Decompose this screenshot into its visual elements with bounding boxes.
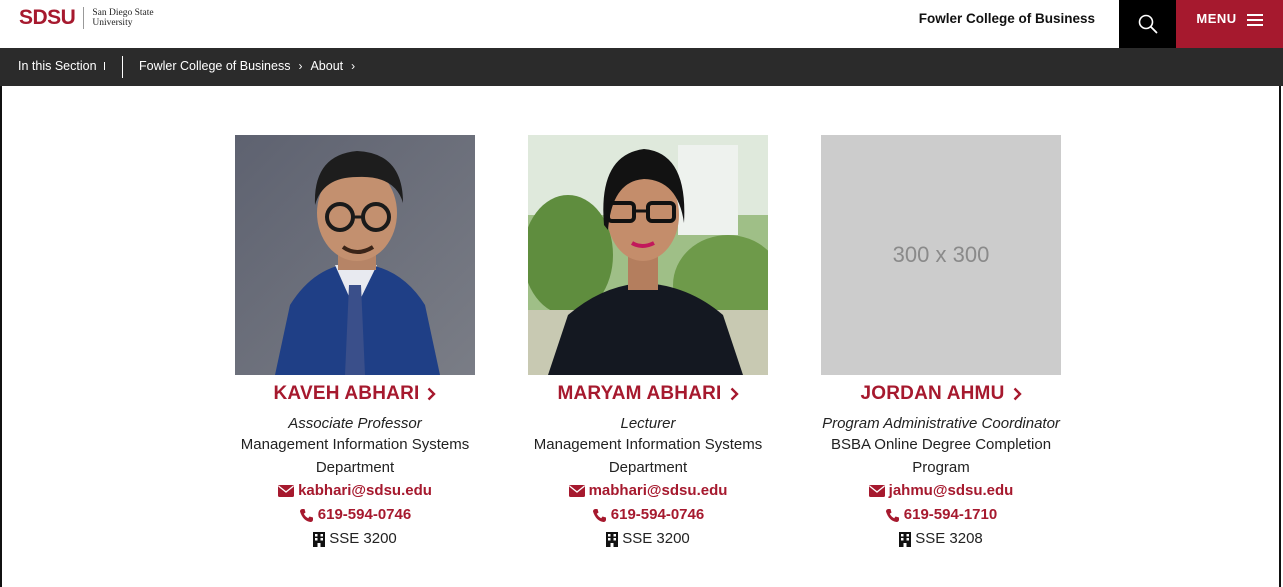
person-name: MARYAM ABHARI <box>557 383 722 404</box>
office-location: SSE 3200 <box>235 527 475 551</box>
phone-text: 619-594-0746 <box>610 506 705 523</box>
phone-link[interactable]: 619-594-0746 <box>235 503 475 527</box>
person-card: MARYAM ABHARI Lecturer Management Inform… <box>528 135 768 551</box>
logo-wordmark: SDSU <box>19 6 76 29</box>
office-text: SSE 3200 <box>329 530 397 547</box>
person-name-link[interactable]: JORDAN AHMU <box>821 383 1061 405</box>
office-text: SSE 3208 <box>915 530 983 547</box>
office-text: SSE 3200 <box>622 530 690 547</box>
phone-text: 619-594-0746 <box>317 506 412 523</box>
placeholder-text: 300 x 300 <box>892 242 990 267</box>
person-name-link[interactable]: KAVEH ABHARI <box>235 383 475 405</box>
chevron-right-icon <box>1013 387 1022 401</box>
phone-icon <box>592 508 606 522</box>
person-name: JORDAN AHMU <box>860 383 1005 404</box>
phone-icon <box>299 508 313 522</box>
email-link[interactable]: jahmu@sdsu.edu <box>821 479 1061 503</box>
department-line1: BSBA Online Degree Completion <box>830 436 1052 453</box>
in-this-section-toggle[interactable]: In this Section <box>18 59 105 73</box>
building-icon <box>899 531 912 547</box>
email-link[interactable]: kabhari@sdsu.edu <box>235 479 475 503</box>
department-line1: Management Information Systems <box>533 436 763 453</box>
person-department: Management Information Systems Departmen… <box>235 433 475 479</box>
chevron-right-icon <box>730 387 739 401</box>
person-name-link[interactable]: MARYAM ABHARI <box>528 383 768 405</box>
person-photo[interactable] <box>235 135 475 375</box>
email-text: mabhari@sdsu.edu <box>588 482 728 499</box>
search-button[interactable] <box>1119 0 1176 48</box>
person-name: KAVEH ABHARI <box>273 383 420 404</box>
person-department: BSBA Online Degree Completion Program <box>821 433 1061 479</box>
person-photo-placeholder[interactable]: 300 x 300 <box>821 135 1061 375</box>
breadcrumb-separator-icon: › <box>298 59 303 73</box>
subnav-divider <box>122 56 123 78</box>
in-this-section-label: In this Section <box>18 59 97 73</box>
logo-subtitle: San Diego State University <box>92 8 153 28</box>
college-title[interactable]: Fowler College of Business <box>919 11 1095 26</box>
person-title: Associate Professor <box>288 415 422 432</box>
menu-button[interactable]: MENU <box>1176 0 1283 48</box>
department-line2: Department <box>315 459 395 476</box>
logo-divider <box>83 7 85 29</box>
department-line2: Program <box>912 459 970 476</box>
person-title: Lecturer <box>620 415 676 432</box>
chevron-right-icon <box>428 387 437 401</box>
site-header: SDSU San Diego State University Fowler C… <box>0 0 1283 48</box>
sdsu-logo[interactable]: SDSU San Diego State University <box>19 6 154 30</box>
breadcrumb-link-about[interactable]: About <box>310 59 343 73</box>
hamburger-icon <box>1246 14 1263 26</box>
phone-icon <box>885 508 899 522</box>
department-line2: Department <box>608 459 688 476</box>
toggle-indicator-icon <box>103 62 105 70</box>
phone-link[interactable]: 619-594-0746 <box>528 503 768 527</box>
email-link[interactable]: mabhari@sdsu.edu <box>528 479 768 503</box>
envelope-icon <box>868 485 885 497</box>
office-location: SSE 3200 <box>528 527 768 551</box>
email-text: kabhari@sdsu.edu <box>298 482 432 499</box>
search-icon <box>1138 14 1157 34</box>
section-nav: In this Section Fowler College of Busine… <box>0 48 1283 86</box>
person-card: 300 x 300 JORDAN AHMU Program Administra… <box>821 135 1061 551</box>
person-department: Management Information Systems Departmen… <box>528 433 768 479</box>
logo-subtitle-line2: University <box>92 18 133 28</box>
breadcrumb-separator-icon: › <box>351 59 356 73</box>
person-photo[interactable] <box>528 135 768 375</box>
menu-label: MENU <box>1196 11 1237 26</box>
envelope-icon <box>278 485 295 497</box>
phone-text: 619-594-1710 <box>903 506 998 523</box>
envelope-icon <box>568 485 585 497</box>
person-title: Program Administrative Coordinator <box>822 415 1060 432</box>
email-text: jahmu@sdsu.edu <box>888 482 1014 499</box>
person-card: KAVEH ABHARI Associate Professor Managem… <box>235 135 475 551</box>
office-location: SSE 3208 <box>821 527 1061 551</box>
building-icon <box>606 531 619 547</box>
phone-link[interactable]: 619-594-1710 <box>821 503 1061 527</box>
logo-subtitle-line1: San Diego State <box>92 8 154 18</box>
breadcrumb-link-college[interactable]: Fowler College of Business <box>139 59 290 73</box>
department-line1: Management Information Systems <box>240 436 470 453</box>
building-icon <box>313 531 326 547</box>
breadcrumb: Fowler College of Business › About › <box>139 59 363 73</box>
